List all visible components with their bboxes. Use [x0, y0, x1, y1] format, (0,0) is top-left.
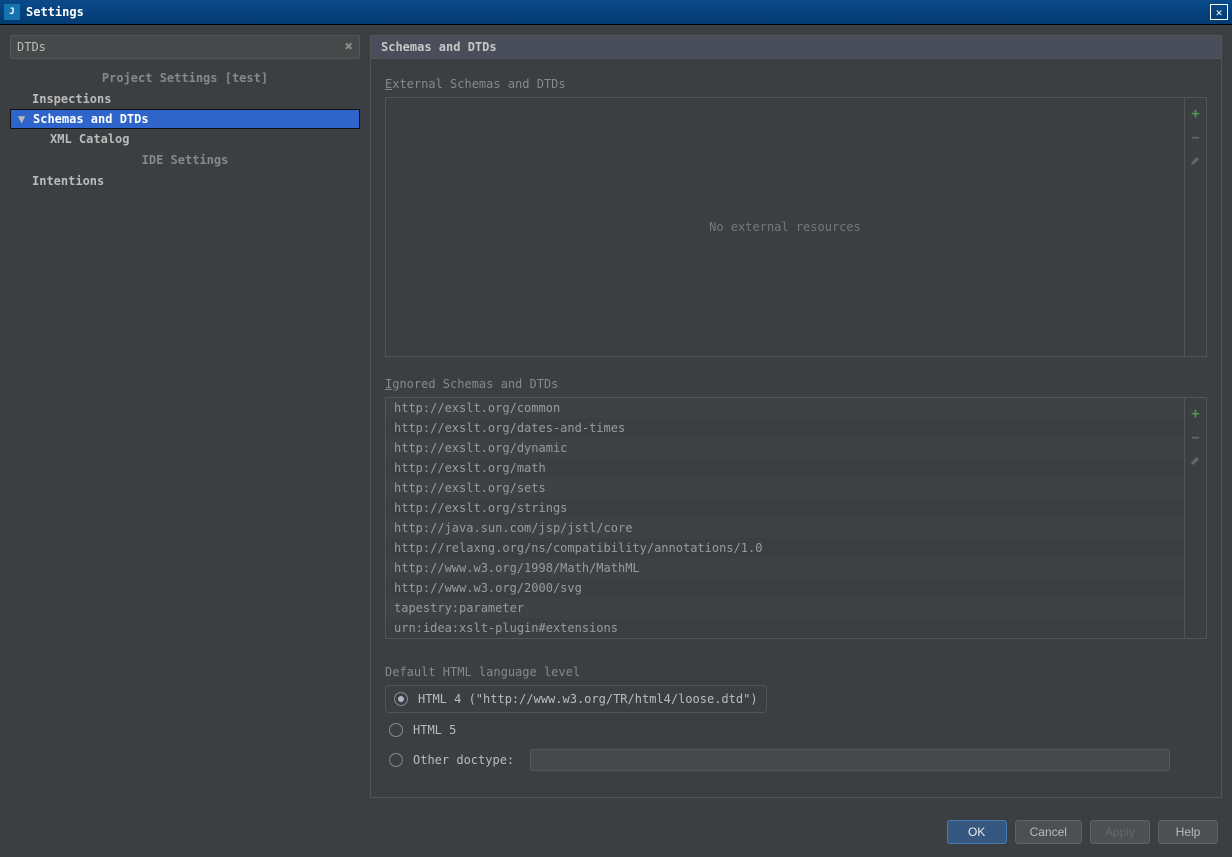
title-bar: J Settings ✕	[0, 0, 1232, 25]
settings-sidebar: ✖ Project Settings [test] Inspections ▼ S…	[10, 35, 360, 798]
sidebar-item-inspections[interactable]: Inspections	[10, 89, 360, 109]
external-schemas-label: External Schemas and DTDs	[385, 77, 1207, 91]
radio-other-label: Other doctype:	[413, 753, 514, 767]
ignored-schemas-label: Ignored Schemas and DTDs	[385, 377, 1207, 391]
ignored-schemas-panel: http://exslt.org/commonhttp://exslt.org/…	[385, 397, 1207, 639]
sidebar-item-schemas[interactable]: ▼ Schemas and DTDs	[10, 109, 360, 129]
cancel-button[interactable]: Cancel	[1015, 820, 1082, 844]
main-header: Schemas and DTDs	[370, 35, 1222, 59]
sidebar-item-label: Schemas and DTDs	[33, 112, 149, 126]
ignored-schemas-list[interactable]: http://exslt.org/commonhttp://exslt.org/…	[386, 398, 1184, 638]
radio-row-other[interactable]: Other doctype:	[385, 743, 1207, 777]
sidebar-item-xml-catalog[interactable]: XML Catalog	[10, 129, 360, 149]
ignored-list-item[interactable]: http://exslt.org/sets	[386, 478, 1184, 498]
external-schemas-panel: No external resources + −	[385, 97, 1207, 357]
apply-button[interactable]: Apply	[1090, 820, 1150, 844]
ignored-list-item[interactable]: http://java.sun.com/jsp/jstl/core	[386, 518, 1184, 538]
external-add-icon[interactable]: +	[1191, 106, 1199, 122]
dialog-footer: OK Cancel Apply Help	[0, 808, 1232, 856]
other-doctype-input[interactable]	[530, 749, 1170, 771]
help-button[interactable]: Help	[1158, 820, 1218, 844]
external-empty-text: No external resources	[386, 98, 1184, 356]
external-remove-icon[interactable]: −	[1191, 130, 1199, 146]
main-panel: Schemas and DTDs External Schemas and DT…	[370, 35, 1222, 798]
ignored-list-item[interactable]: http://www.w3.org/2000/svg	[386, 578, 1184, 598]
radio-row-html5[interactable]: HTML 5	[385, 717, 1207, 743]
app-icon: J	[4, 4, 20, 20]
search-input[interactable]	[17, 40, 345, 54]
close-icon[interactable]: ✕	[1210, 4, 1228, 20]
radio-html5-label: HTML 5	[413, 723, 456, 737]
sidebar-item-intentions[interactable]: Intentions	[10, 171, 360, 191]
ignored-list-item[interactable]: urn:idea:xslt-plugin#extensions	[386, 618, 1184, 638]
ignored-edit-icon[interactable]	[1190, 454, 1202, 470]
settings-tree: Project Settings [test] Inspections ▼ Sch…	[10, 67, 360, 798]
ignored-list-item[interactable]: http://exslt.org/strings	[386, 498, 1184, 518]
ignored-list-item[interactable]: http://www.w3.org/1998/Math/MathML	[386, 558, 1184, 578]
default-html-radio-group: HTML 4 ("http://www.w3.org/TR/html4/loos…	[385, 685, 1207, 777]
ok-button[interactable]: OK	[947, 820, 1007, 844]
ide-settings-section: IDE Settings	[10, 149, 360, 171]
ignored-remove-icon[interactable]: −	[1191, 430, 1199, 446]
radio-html4-label: HTML 4 ("http://www.w3.org/TR/html4/loos…	[418, 692, 758, 706]
radio-row-html4[interactable]: HTML 4 ("http://www.w3.org/TR/html4/loos…	[385, 685, 767, 713]
external-edit-icon[interactable]	[1190, 154, 1202, 170]
expand-caret-icon[interactable]: ▼	[18, 112, 28, 126]
radio-html4[interactable]	[394, 692, 408, 706]
ignored-list-item[interactable]: http://exslt.org/dynamic	[386, 438, 1184, 458]
ignored-add-icon[interactable]: +	[1191, 406, 1199, 422]
project-settings-section: Project Settings [test]	[10, 67, 360, 89]
ignored-list-item[interactable]: http://exslt.org/math	[386, 458, 1184, 478]
window-title: Settings	[26, 5, 84, 19]
ignored-list-item[interactable]: http://relaxng.org/ns/compatibility/anno…	[386, 538, 1184, 558]
search-field-wrapper: ✖	[10, 35, 360, 59]
ignored-list-item[interactable]: http://exslt.org/dates-and-times	[386, 418, 1184, 438]
clear-search-icon[interactable]: ✖	[345, 39, 353, 55]
default-html-label: Default HTML language level	[385, 665, 1207, 679]
radio-other[interactable]	[389, 753, 403, 767]
ignored-list-item[interactable]: http://exslt.org/common	[386, 398, 1184, 418]
external-schemas-list[interactable]: No external resources	[386, 98, 1184, 356]
ignored-list-item[interactable]: tapestry:parameter	[386, 598, 1184, 618]
radio-html5[interactable]	[389, 723, 403, 737]
